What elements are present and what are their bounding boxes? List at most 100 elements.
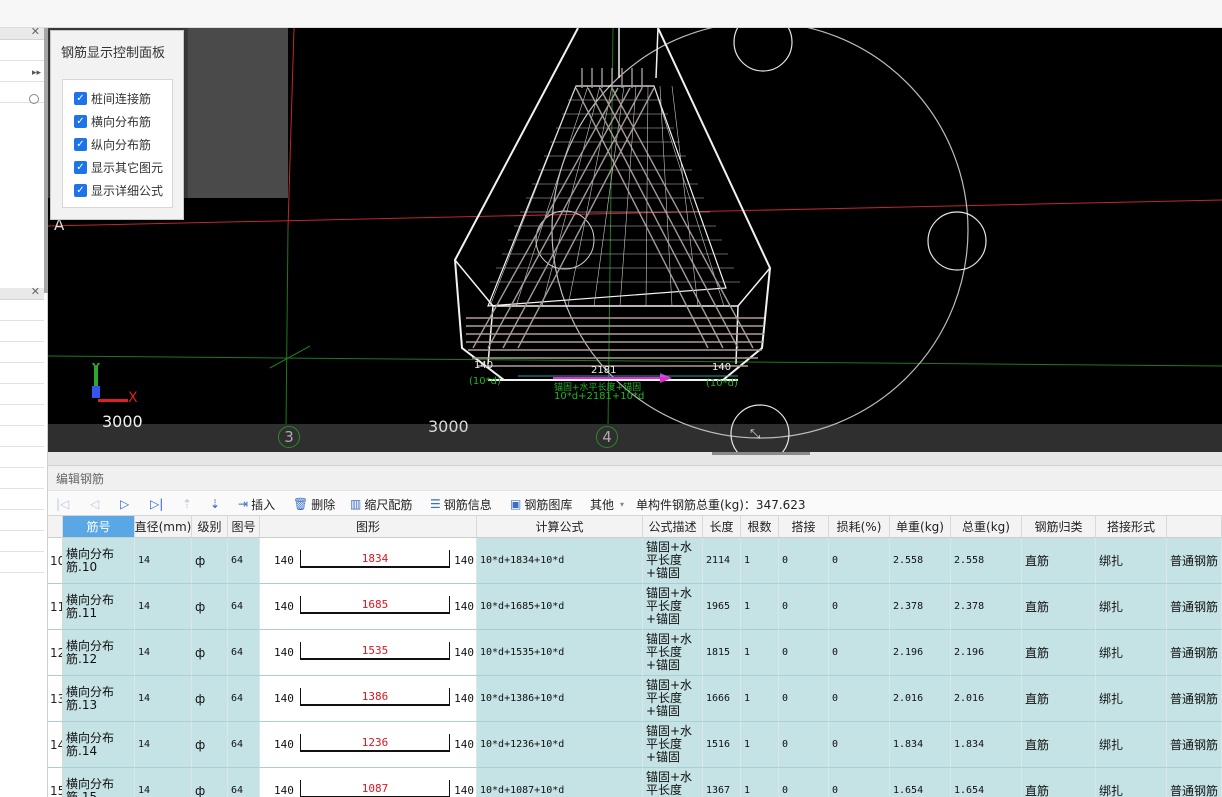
cell-loss[interactable]: 0 [829,538,890,584]
cell-dia[interactable]: 14 [135,676,192,722]
cell-len[interactable]: 1815 [703,630,741,676]
cell-desc[interactable]: 锚固+水平长度+锚固 [643,630,703,676]
rebar-shape-cell[interactable]: 140 1834 140 [260,538,477,584]
scale-rebar-button[interactable]: ▥ 缩尺配筋 [350,495,412,513]
insert-button[interactable]: ⇥ 插入 [238,495,275,513]
cell-lapform[interactable]: 绑扎 [1096,768,1167,797]
row-number[interactable]: 11 [48,584,63,630]
shape-length-value[interactable]: 1685 [300,598,450,611]
cell-len[interactable]: 1666 [703,676,741,722]
option-show-detailed-formula[interactable]: ✓ 显示详细公式 [74,182,163,198]
cell-loss[interactable]: 0 [829,630,890,676]
column-header[interactable]: 搭接 [779,516,829,538]
cell-cat[interactable]: 直筋 [1022,630,1096,676]
cell-grade[interactable]: ф [192,584,228,630]
cell-fig[interactable]: 64 [228,768,260,797]
column-header[interactable]: 损耗(%) [829,516,890,538]
shape-length-value[interactable]: 1834 [300,552,450,565]
cell-loss[interactable]: 0 [829,676,890,722]
checkbox-checked-icon[interactable]: ✓ [74,137,87,151]
cell-cnt[interactable]: 1 [741,768,779,797]
cell-type[interactable]: 普通钢筋 [1167,722,1222,768]
cell-lapform[interactable]: 绑扎 [1096,538,1167,584]
left-panel-row[interactable] [0,342,44,363]
cell-formula[interactable]: 10*d+1535+10*d [477,630,643,676]
row-number[interactable]: 10 [48,538,63,584]
table-row[interactable]: 15横向分布筋.1514ф64140108714010*d+1087+10*d锚… [48,768,1222,797]
shape-length-value[interactable]: 1535 [300,644,450,657]
cell-lap[interactable]: 0 [779,630,829,676]
cell-desc[interactable]: 锚固+水平长度+锚固 [643,768,703,797]
move-down-icon[interactable]: ⇣ [210,495,220,513]
cell-desc[interactable]: 锚固+水平长度+锚固 [643,676,703,722]
last-record-button[interactable]: ▷| [150,495,163,513]
cell-grade[interactable]: ф [192,538,228,584]
close-icon[interactable]: ✕ [31,25,40,38]
cell-lap[interactable]: 0 [779,768,829,797]
cell-fig[interactable]: 64 [228,722,260,768]
next-record-button[interactable]: ▷ [120,495,129,513]
expand-icon[interactable]: ▸▸ [32,68,41,78]
delete-button[interactable]: 🗑 删除 [293,495,335,513]
left-panel-row[interactable] [0,489,44,510]
cell-unit[interactable]: 2.378 [890,584,951,630]
cell-total[interactable]: 2.378 [951,584,1022,630]
checkbox-checked-icon[interactable]: ✓ [74,91,87,105]
column-header[interactable]: 图形 [260,516,477,538]
column-header[interactable]: 计算公式 [477,516,643,538]
cell-cat[interactable]: 直筋 [1022,722,1096,768]
cell-type[interactable]: 普通钢筋 [1167,630,1222,676]
option-transverse-distribution-rebar[interactable]: ✓ 横向分布筋 [74,113,151,129]
cell-dia[interactable]: 14 [135,722,192,768]
cell-len[interactable]: 1367 [703,768,741,797]
cell-type[interactable]: 普通钢筋 [1167,584,1222,630]
column-header[interactable]: 单重(kg) [890,516,951,538]
left-panel-row[interactable] [0,468,44,489]
column-header[interactable] [1167,516,1222,538]
cell-cnt[interactable]: 1 [741,584,779,630]
close-icon[interactable]: ✕ [31,285,40,298]
column-header[interactable]: 级别 [192,516,228,538]
cell-cat[interactable]: 直筋 [1022,538,1096,584]
cell-name[interactable]: 横向分布筋.11 [63,584,135,630]
cell-len[interactable]: 1516 [703,722,741,768]
cell-name[interactable]: 横向分布筋.12 [63,630,135,676]
option-pile-connection-rebar[interactable]: ✓ 桩间连接筋 [74,90,151,106]
option-show-other-elements[interactable]: ✓ 显示其它图元 [74,159,163,175]
cell-grade[interactable]: ф [192,722,228,768]
cell-fig[interactable]: 64 [228,538,260,584]
cell-total[interactable]: 2.196 [951,630,1022,676]
row-number[interactable]: 15 [48,768,63,797]
cell-name[interactable]: 横向分布筋.13 [63,676,135,722]
cell-cat[interactable]: 直筋 [1022,676,1096,722]
rebar-shape-cell[interactable]: 140 1236 140 [260,722,477,768]
column-header[interactable]: 钢筋归类 [1022,516,1096,538]
left-panel-row[interactable] [0,426,44,447]
left-panel-row[interactable] [0,447,44,468]
cell-dia[interactable]: 14 [135,768,192,797]
rebar-shape-cell[interactable]: 140 1685 140 [260,584,477,630]
cell-cnt[interactable]: 1 [741,722,779,768]
cell-total[interactable]: 2.016 [951,676,1022,722]
search-icon[interactable] [29,94,39,104]
cell-cat[interactable]: 直筋 [1022,584,1096,630]
shape-length-value[interactable]: 1087 [300,782,450,795]
rebar-library-button[interactable]: ▣ 钢筋图库 [510,495,572,513]
first-record-button[interactable]: |◁ [56,495,69,513]
row-number[interactable]: 13 [48,676,63,722]
cell-lapform[interactable]: 绑扎 [1096,584,1167,630]
panel-splitter[interactable] [48,452,1222,466]
cell-lapform[interactable]: 绑扎 [1096,722,1167,768]
left-panel-row[interactable] [0,363,44,384]
row-number[interactable]: 14 [48,722,63,768]
cell-fig[interactable]: 64 [228,676,260,722]
cell-cat[interactable]: 直筋 [1022,768,1096,797]
cell-total[interactable]: 2.558 [951,538,1022,584]
cell-loss[interactable]: 0 [829,584,890,630]
column-header[interactable]: 筋号 [63,516,135,538]
cell-lapform[interactable]: 绑扎 [1096,630,1167,676]
cell-cnt[interactable]: 1 [741,676,779,722]
option-longitudinal-distribution-rebar[interactable]: ✓ 纵向分布筋 [74,136,151,152]
rebar-info-button[interactable]: ☰ 钢筋信息 [430,495,492,513]
cell-total[interactable]: 1.654 [951,768,1022,797]
